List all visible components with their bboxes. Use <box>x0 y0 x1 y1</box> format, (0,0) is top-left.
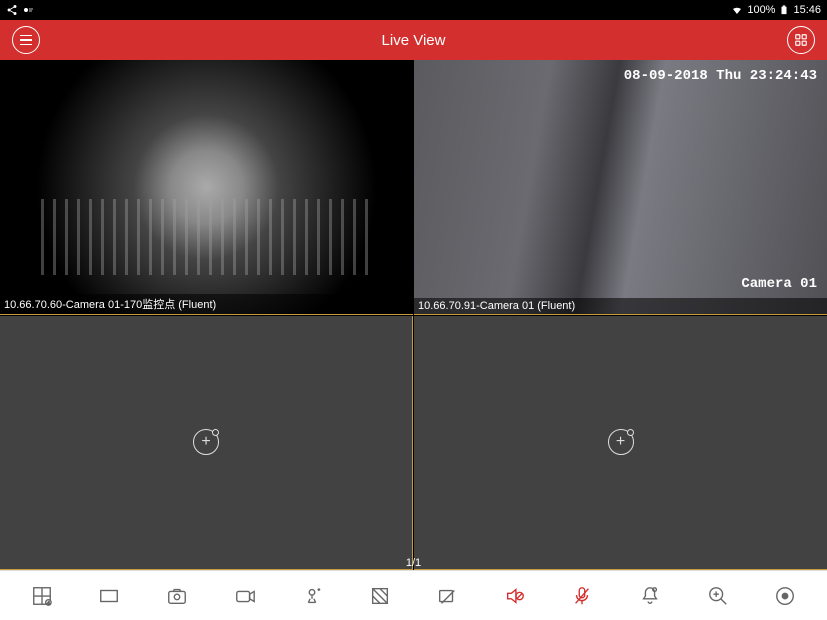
add-camera-icon[interactable]: + <box>193 429 219 455</box>
zoom-in-icon <box>707 585 729 607</box>
quality-icon <box>369 585 391 607</box>
empty-feed-4: + <box>414 316 827 570</box>
snapshot-button[interactable] <box>161 580 193 612</box>
add-camera-icon[interactable]: + <box>608 429 634 455</box>
camera-2-timestamp: 08-09-2018 Thu 23:24:43 <box>624 68 817 84</box>
camera-grid: 10.66.70.60-Camera 01-170监控点 (Fluent) 08… <box>0 60 827 570</box>
target-icon <box>774 585 796 607</box>
empty-tile-3[interactable]: + <box>0 316 413 571</box>
camera-label-2: 10.66.70.91-Camera 01 (Fluent) <box>414 298 827 314</box>
page-indicator: 1/1 <box>402 556 425 570</box>
quality-button[interactable] <box>364 580 396 612</box>
status-left <box>6 4 34 16</box>
rectangle-icon <box>98 585 120 607</box>
empty-tile-4[interactable]: + <box>414 316 827 571</box>
wifi-icon <box>731 4 743 16</box>
battery-percentage: 100% <box>747 4 775 16</box>
alarm-button[interactable] <box>634 580 666 612</box>
mute-button[interactable] <box>499 580 531 612</box>
ptz-button[interactable] <box>296 580 328 612</box>
camera-label-1: 10.66.70.60-Camera 01-170监控点 (Fluent) <box>0 294 413 314</box>
fullscreen-button[interactable] <box>93 580 125 612</box>
bell-icon <box>639 585 661 607</box>
mic-mute-icon <box>571 585 593 607</box>
bottom-toolbar: 4 <box>0 570 827 620</box>
hamburger-icon <box>20 35 32 46</box>
camera-tile-1[interactable]: 10.66.70.60-Camera 01-170监控点 (Fluent) <box>0 60 413 315</box>
stop-button[interactable] <box>431 580 463 612</box>
fisheye-button[interactable] <box>769 580 801 612</box>
share-icon <box>6 4 18 16</box>
grid-layout-button[interactable]: 4 <box>26 580 58 612</box>
menu-button[interactable] <box>12 26 40 54</box>
weather-icon <box>22 4 34 16</box>
mic-mute-button[interactable] <box>566 580 598 612</box>
speaker-mute-icon <box>504 585 526 607</box>
status-right: 100% 15:46 <box>731 3 821 17</box>
clock-time: 15:46 <box>793 4 821 16</box>
grid-icon: 4 <box>31 585 53 607</box>
camera-2-name-overlay: Camera 01 <box>741 276 817 292</box>
camera-feed-1 <box>0 60 413 314</box>
camera-tile-2[interactable]: 08-09-2018 Thu 23:24:43 Camera 01 10.66.… <box>414 60 827 315</box>
record-button[interactable] <box>229 580 261 612</box>
camera-feed-2: 08-09-2018 Thu 23:24:43 Camera 01 <box>414 60 827 314</box>
layout-button[interactable] <box>787 26 815 54</box>
page-title: Live View <box>0 32 827 49</box>
ptz-icon <box>301 585 323 607</box>
stop-icon <box>436 585 458 607</box>
battery-icon <box>779 3 789 17</box>
camera-icon <box>166 585 188 607</box>
layout-icon <box>794 33 808 47</box>
empty-feed-3: + <box>0 316 412 570</box>
video-icon <box>234 585 256 607</box>
android-status-bar: 100% 15:46 <box>0 0 827 20</box>
zoom-button[interactable] <box>702 580 734 612</box>
app-header: Live View <box>0 20 827 60</box>
